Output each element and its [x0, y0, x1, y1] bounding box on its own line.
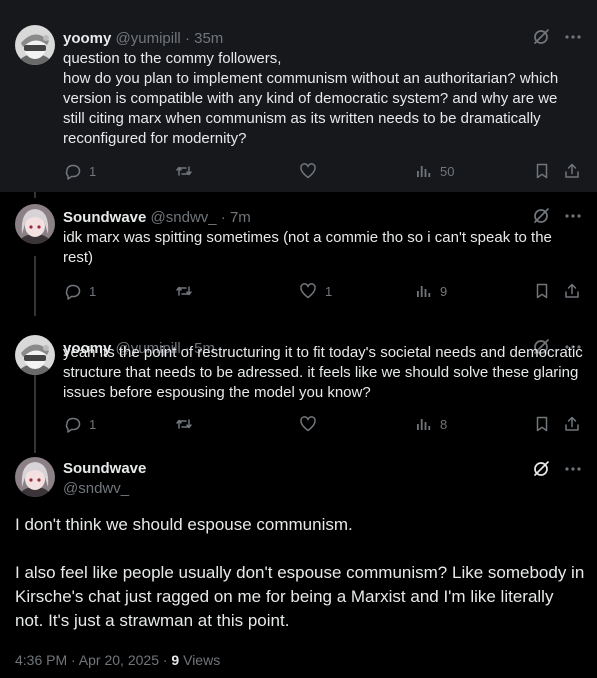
author-name[interactable]: yoomy [63, 30, 111, 47]
tweet-controls [531, 459, 583, 479]
reply-button[interactable]: 1 [63, 281, 96, 301]
author-handle[interactable]: @yumipill [116, 30, 181, 47]
timestamp[interactable]: 4:36 PM · Apr 20, 2025 · [15, 652, 168, 668]
thread-tweet[interactable]: yoomy @yumipill · 35m question to the co… [0, 0, 597, 192]
share-icon [565, 416, 579, 431]
share-icon [565, 163, 579, 178]
reply-button[interactable]: 1 [63, 414, 96, 434]
views-button[interactable]: 9 [414, 281, 447, 301]
share-button[interactable] [563, 161, 581, 181]
repost-icon [176, 286, 192, 296]
tweet-controls [531, 27, 583, 47]
reply-icon [65, 284, 81, 300]
grok-icon[interactable] [531, 27, 551, 47]
views-button[interactable]: 50 [414, 161, 454, 181]
timestamp[interactable]: 7m [230, 209, 251, 226]
repost-button[interactable] [175, 414, 201, 434]
views-count: 8 [440, 416, 448, 432]
tweet-text: question to the commy followers, how do … [63, 49, 583, 149]
bookmark-icon [536, 283, 548, 299]
views-icon [417, 286, 431, 297]
tweet-line: yeah its the point of restructuring it t… [63, 344, 583, 401]
views-label: Views [183, 652, 221, 668]
tweet-meta: 4:36 PM · Apr 20, 2025 · 9 Views [15, 650, 220, 670]
more-icon[interactable] [563, 27, 583, 47]
bookmark-button[interactable] [533, 161, 551, 181]
tweet-header: yoomy @yumipill · 35m [63, 29, 223, 49]
share-icon [565, 283, 579, 298]
like-button[interactable] [299, 161, 325, 181]
reply-button[interactable]: 1 [63, 161, 96, 181]
tweet-text: I don't think we should espouse communis… [15, 513, 585, 657]
author-handle[interactable]: @sndwv_ [63, 479, 129, 499]
reply-icon [65, 164, 81, 180]
views-count: 9 [171, 652, 180, 668]
avatar[interactable] [15, 25, 55, 65]
author-name[interactable]: Soundwave [63, 459, 146, 479]
grok-icon[interactable] [531, 459, 551, 479]
reply-count: 1 [89, 163, 97, 179]
avatar[interactable] [15, 457, 55, 497]
repost-icon [176, 166, 192, 176]
tweet-text: yeah its the point of restructuring it t… [63, 343, 583, 403]
bookmark-button[interactable] [533, 281, 551, 301]
like-icon [300, 163, 316, 179]
more-icon[interactable] [563, 206, 583, 226]
reply-count: 1 [89, 283, 97, 299]
separator: · [220, 209, 226, 226]
avatar[interactable] [15, 335, 55, 375]
reply-count: 1 [89, 416, 97, 432]
action-bar: 1 1 9 [63, 281, 583, 301]
action-bar: 1 8 [63, 414, 583, 434]
tweet-paragraph: I also feel like people usually don't es… [15, 563, 585, 630]
avatar[interactable] [15, 204, 55, 244]
author-handle[interactable]: @sndwv_ [151, 209, 217, 226]
bookmark-icon [536, 163, 548, 179]
tweet-line: how do you plan to implement communism w… [63, 70, 559, 147]
views-icon [417, 166, 431, 177]
grok-icon[interactable] [531, 206, 551, 226]
reply-icon [65, 417, 81, 433]
separator: · [184, 30, 190, 47]
bookmark-icon [536, 416, 548, 432]
bookmark-button[interactable] [533, 414, 551, 434]
tweet-line: question to the commy followers, [63, 50, 282, 67]
repost-icon [176, 419, 192, 429]
like-icon [300, 416, 316, 432]
tweet-text: idk marx was spitting sometimes (not a c… [63, 228, 583, 268]
share-button[interactable] [563, 414, 581, 434]
like-count: 1 [325, 283, 333, 299]
like-icon [300, 283, 316, 299]
action-bar: 1 50 [63, 161, 583, 181]
views-count: 50 [440, 163, 455, 179]
share-button[interactable] [563, 281, 581, 301]
tweet-header: Soundwave @sndwv_ · 7m [63, 208, 251, 228]
views-button[interactable]: 8 [414, 414, 447, 434]
repost-button[interactable] [175, 161, 201, 181]
tweet-paragraph: I don't think we should espouse communis… [15, 515, 353, 534]
more-icon[interactable] [563, 459, 583, 479]
views-icon [417, 419, 431, 430]
repost-button[interactable] [175, 281, 201, 301]
like-button[interactable] [299, 414, 325, 434]
timestamp[interactable]: 35m [194, 30, 223, 47]
like-button[interactable]: 1 [299, 281, 332, 301]
tweet-controls [531, 206, 583, 226]
views-count: 9 [440, 283, 448, 299]
tweet-line: idk marx was spitting sometimes (not a c… [63, 229, 552, 266]
focused-tweet: Soundwave @sndwv_ I don't think we shoul… [0, 447, 597, 678]
author-name[interactable]: Soundwave [63, 209, 146, 226]
